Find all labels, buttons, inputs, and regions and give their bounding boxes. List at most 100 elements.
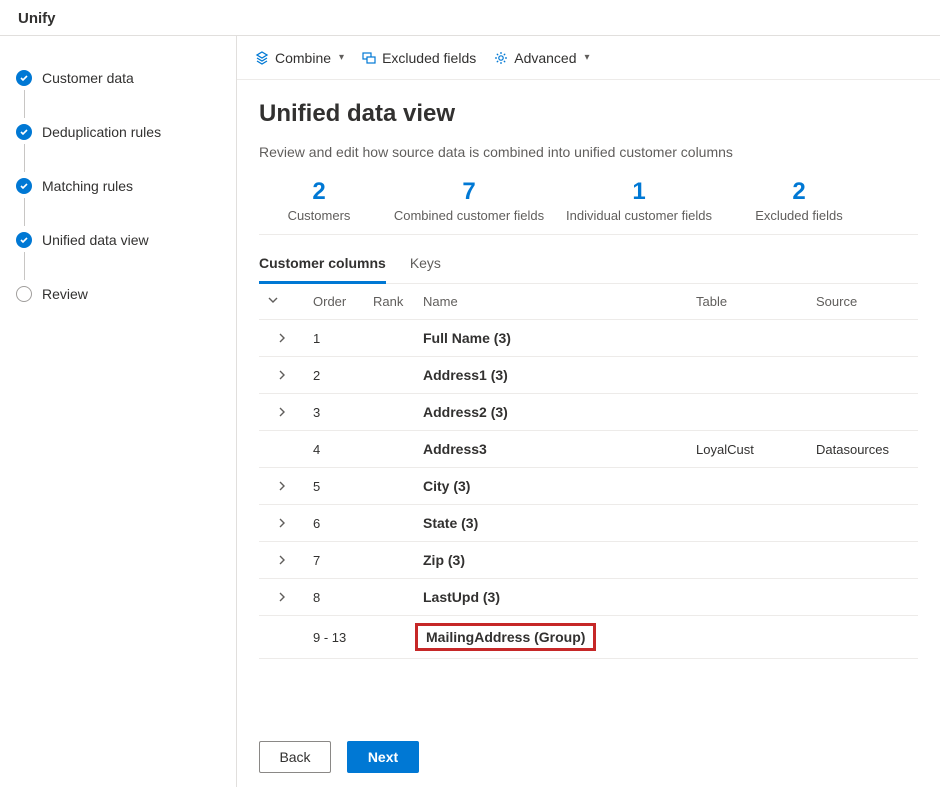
- row-rank: [365, 357, 415, 394]
- chevron-right-icon[interactable]: [277, 552, 287, 568]
- row-name: Full Name (3): [423, 330, 511, 346]
- row-table: [688, 468, 808, 505]
- sidebar-step[interactable]: Deduplication rules: [12, 116, 228, 148]
- stat-value: 2: [259, 178, 379, 206]
- col-order-header[interactable]: Order: [305, 284, 365, 320]
- stat-value: 1: [559, 178, 719, 206]
- table-row[interactable]: 2 Address1 (3): [259, 357, 918, 394]
- row-name-cell: Address1 (3): [415, 357, 688, 394]
- row-order: 5: [305, 468, 365, 505]
- table-row[interactable]: 4 Address3 LoyalCustDatasources: [259, 431, 918, 468]
- row-name: State (3): [423, 515, 478, 531]
- tab-keys[interactable]: Keys: [410, 249, 441, 283]
- row-table: [688, 616, 808, 659]
- excluded-fields-button[interactable]: Excluded fields: [362, 50, 476, 66]
- page-title: Unified data view: [259, 100, 918, 128]
- sidebar-step[interactable]: Customer data: [12, 62, 228, 94]
- sidebar-step[interactable]: Unified data view: [12, 224, 228, 256]
- row-source: Datasources: [808, 431, 918, 468]
- table-row[interactable]: 7 Zip (3): [259, 542, 918, 579]
- col-table-header[interactable]: Table: [688, 284, 808, 320]
- row-order: 6: [305, 505, 365, 542]
- table-row[interactable]: 5 City (3): [259, 468, 918, 505]
- row-name-cell: MailingAddress (Group): [415, 616, 688, 659]
- row-rank: [365, 394, 415, 431]
- row-name: MailingAddress (Group): [426, 629, 585, 645]
- row-rank: [365, 505, 415, 542]
- chevron-right-icon[interactable]: [277, 589, 287, 605]
- circle-icon: [16, 286, 32, 302]
- row-rank: [365, 320, 415, 357]
- row-table: [688, 579, 808, 616]
- row-rank: [365, 616, 415, 659]
- row-name-cell: Full Name (3): [415, 320, 688, 357]
- next-button[interactable]: Next: [347, 741, 419, 773]
- table-row[interactable]: 3 Address2 (3): [259, 394, 918, 431]
- sidebar-step[interactable]: Review: [12, 278, 228, 310]
- row-name-cell: LastUpd (3): [415, 579, 688, 616]
- sidebar-step-label: Deduplication rules: [42, 124, 161, 140]
- row-name: Address3: [423, 441, 487, 457]
- stat-value: 2: [729, 178, 869, 206]
- row-table: LoyalCust: [688, 431, 808, 468]
- sidebar-step-label: Matching rules: [42, 178, 133, 194]
- stat-label: Individual customer fields: [559, 208, 719, 224]
- chevron-right-icon[interactable]: [277, 478, 287, 494]
- row-name-cell: State (3): [415, 505, 688, 542]
- row-source: [808, 320, 918, 357]
- row-name: Address2 (3): [423, 404, 508, 420]
- sidebar-step[interactable]: Matching rules: [12, 170, 228, 202]
- stat-label: Customers: [259, 208, 379, 224]
- app-title: Unify: [18, 10, 56, 27]
- col-source-header[interactable]: Source: [808, 284, 918, 320]
- row-source: [808, 468, 918, 505]
- row-order: 4: [305, 431, 365, 468]
- col-name-header[interactable]: Name: [415, 284, 688, 320]
- chevron-down-icon: ▾: [339, 52, 344, 63]
- row-rank: [365, 468, 415, 505]
- table-row[interactable]: 8LastUpd (3): [259, 579, 918, 616]
- sidebar-step-label: Review: [42, 286, 88, 302]
- chevron-right-icon[interactable]: [277, 367, 287, 383]
- row-rank: [365, 431, 415, 468]
- check-icon: [16, 232, 32, 248]
- row-name: Address1 (3): [423, 367, 508, 383]
- row-name: Zip (3): [423, 552, 465, 568]
- row-table: [688, 394, 808, 431]
- table-row[interactable]: 6 State (3): [259, 505, 918, 542]
- back-button[interactable]: Back: [259, 741, 331, 773]
- table-row[interactable]: 1Full Name (3): [259, 320, 918, 357]
- row-order: 2: [305, 357, 365, 394]
- row-source: [808, 394, 918, 431]
- row-name: City (3): [423, 478, 470, 494]
- row-source: [808, 542, 918, 579]
- chevron-down-icon: [267, 294, 279, 309]
- table-row[interactable]: 9 - 13 MailingAddress (Group): [259, 616, 918, 659]
- gear-icon: [494, 51, 508, 65]
- chevron-right-icon[interactable]: [277, 330, 287, 346]
- combine-button[interactable]: Combine ▾: [255, 50, 344, 66]
- combine-label: Combine: [275, 50, 331, 66]
- tabs: Customer columns Keys: [259, 249, 918, 284]
- wizard-footer: Back Next: [237, 727, 940, 787]
- row-rank: [365, 542, 415, 579]
- tab-customer-columns[interactable]: Customer columns: [259, 249, 386, 284]
- excluded-label: Excluded fields: [382, 50, 476, 66]
- col-rank-header[interactable]: Rank: [365, 284, 415, 320]
- stat-tile: 7Combined customer fields: [389, 178, 549, 224]
- advanced-label: Advanced: [514, 50, 576, 66]
- chevron-right-icon[interactable]: [277, 515, 287, 531]
- row-order: 3: [305, 394, 365, 431]
- excluded-icon: [362, 51, 376, 65]
- row-name-cell: City (3): [415, 468, 688, 505]
- advanced-button[interactable]: Advanced ▾: [494, 50, 589, 66]
- row-order: 9 - 13: [305, 616, 365, 659]
- sidebar-step-label: Customer data: [42, 70, 134, 86]
- col-expand[interactable]: [259, 284, 305, 320]
- combine-icon: [255, 51, 269, 65]
- check-icon: [16, 70, 32, 86]
- chevron-right-icon[interactable]: [277, 404, 287, 420]
- row-order: 7: [305, 542, 365, 579]
- row-source: [808, 505, 918, 542]
- row-table: [688, 542, 808, 579]
